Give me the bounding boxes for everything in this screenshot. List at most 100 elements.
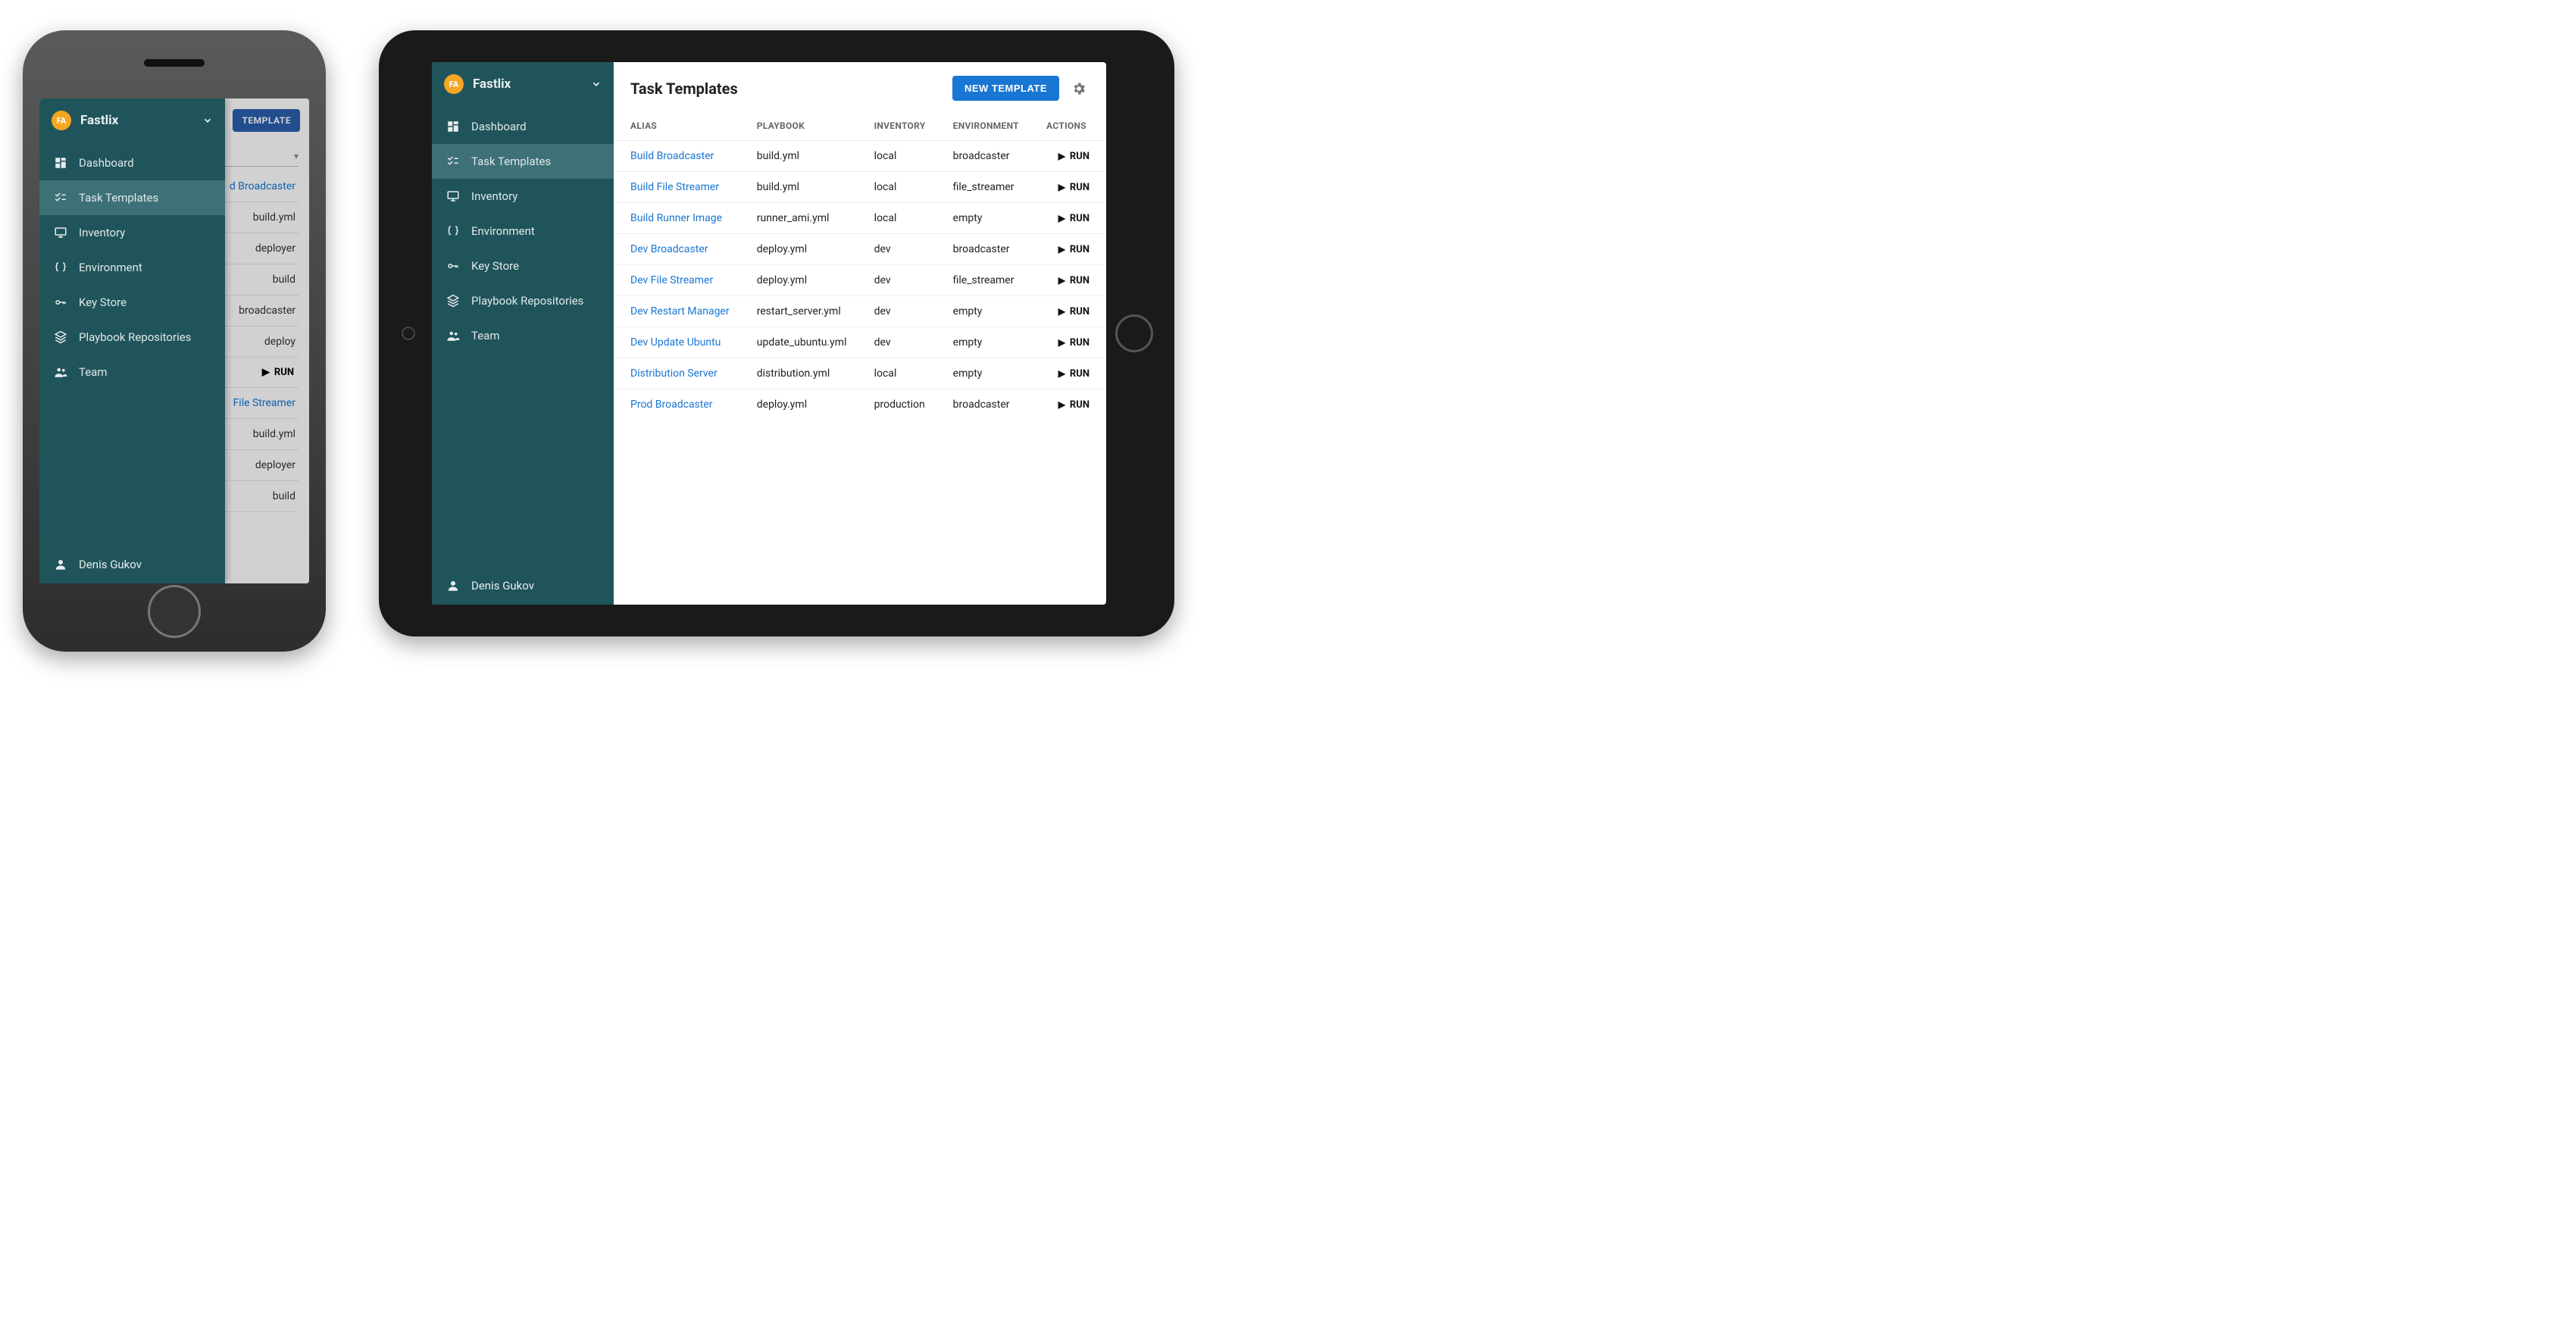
cell-playbook: deploy.yml xyxy=(740,265,858,296)
braces-icon xyxy=(53,261,68,274)
tablet-screen: FA Fastlix Dashboard Task Templates Invent… xyxy=(432,62,1106,605)
play-icon: ▶ xyxy=(1058,182,1065,192)
table-row: Prod Broadcasterdeploy.ymlproductionbroa… xyxy=(614,389,1106,421)
cell-environment: empty xyxy=(936,358,1030,389)
table-row: Build File Streamerbuild.ymllocalfile_st… xyxy=(614,172,1106,203)
sidebar-item-key-store[interactable]: Key Store xyxy=(39,285,225,320)
run-button[interactable]: ▶ RUN xyxy=(1058,182,1089,193)
monitor-icon xyxy=(53,226,68,239)
current-user-name: Denis Gukov xyxy=(471,579,534,593)
template-alias-link[interactable]: Build Runner Image xyxy=(630,212,722,224)
sidebar-item-label: Key Store xyxy=(79,296,127,309)
cell-inventory: dev xyxy=(858,265,936,296)
run-button[interactable]: ▶RUN xyxy=(1058,275,1089,286)
run-button[interactable]: ▶ RUN xyxy=(1058,399,1089,411)
cell-inventory: local xyxy=(858,358,936,389)
sidebar-item-inventory[interactable]: Inventory xyxy=(39,215,225,250)
brand-row[interactable]: FA Fastlix xyxy=(432,62,614,105)
user-icon xyxy=(445,579,461,593)
run-button[interactable]: ▶RUN xyxy=(1058,337,1089,349)
template-alias-link[interactable]: Dev File Streamer xyxy=(630,274,713,286)
brand-logo: FA xyxy=(444,74,464,94)
run-button[interactable]: ▶ RUN xyxy=(1058,368,1089,380)
cell-environment: file_streamer xyxy=(936,172,1030,203)
template-alias-link[interactable]: Dev Broadcaster xyxy=(630,243,708,255)
template-alias-link[interactable]: Dev Restart Manager xyxy=(630,305,730,317)
run-label: RUN xyxy=(1070,368,1089,380)
play-icon: ▶ xyxy=(1058,275,1065,286)
main-content: Task Templates NEW TEMPLATE ALIASPLAYBOO… xyxy=(614,62,1106,605)
cell-environment: file_streamer xyxy=(936,265,1030,296)
team-icon xyxy=(53,365,68,379)
current-user-name: Denis Gukov xyxy=(79,558,142,571)
tablet-device-frame: FA Fastlix Dashboard Task Templates Invent… xyxy=(379,30,1174,636)
sidebar-item-task-templates[interactable]: Task Templates xyxy=(432,144,614,179)
keys-icon xyxy=(53,296,68,309)
run-label: RUN xyxy=(1070,399,1089,411)
current-user-row[interactable]: Denis Gukov xyxy=(39,546,225,583)
user-icon xyxy=(53,558,68,571)
sidebar-item-label: Inventory xyxy=(79,226,125,239)
run-button[interactable]: ▶RUN xyxy=(1058,151,1089,162)
sidebar-item-environment[interactable]: Environment xyxy=(432,214,614,249)
gear-icon[interactable] xyxy=(1068,78,1089,99)
cell-inventory: local xyxy=(858,172,936,203)
sidebar-item-key-store[interactable]: Key Store xyxy=(432,249,614,283)
sidebar-item-dashboard[interactable]: Dashboard xyxy=(432,109,614,144)
cell-environment: broadcaster xyxy=(936,234,1030,265)
template-alias-link[interactable]: Dev Update Ubuntu xyxy=(630,336,721,349)
cell-environment: empty xyxy=(936,296,1030,327)
sidebar-item-label: Key Store xyxy=(471,259,519,273)
sidebar-item-label: Task Templates xyxy=(471,155,551,168)
sidebar-item-dashboard[interactable]: Dashboard xyxy=(39,145,225,180)
play-icon: ▶ xyxy=(1058,213,1065,224)
play-icon: ▶ xyxy=(1058,399,1065,410)
brand-logo: FA xyxy=(52,111,71,130)
cell-inventory: local xyxy=(858,203,936,234)
sidebar-item-inventory[interactable]: Inventory xyxy=(432,179,614,214)
topbar: Task Templates NEW TEMPLATE xyxy=(614,62,1106,111)
sidebar-item-team[interactable]: Team xyxy=(39,355,225,389)
run-button[interactable]: ▶RUN xyxy=(1058,213,1089,224)
table-row: Dev Broadcasterdeploy.ymldevbroadcaster▶… xyxy=(614,234,1106,265)
run-button[interactable]: ▶RUN xyxy=(1058,244,1089,255)
new-template-button[interactable]: NEW TEMPLATE xyxy=(952,76,1059,101)
template-alias-link[interactable]: Prod Broadcaster xyxy=(630,399,713,411)
chevron-down-icon[interactable] xyxy=(202,115,213,126)
team-icon xyxy=(445,329,461,342)
template-alias-link[interactable]: Build Broadcaster xyxy=(630,150,714,162)
dashboard-icon xyxy=(53,156,68,170)
chevron-down-icon[interactable] xyxy=(591,79,602,89)
brand-name: Fastlix xyxy=(80,113,193,128)
checklist-icon xyxy=(53,191,68,205)
page-title: Task Templates xyxy=(630,80,943,98)
cell-playbook: deploy.yml xyxy=(740,389,858,421)
phone-nav-drawer: FA Fastlix DashboardTask Templates Invent… xyxy=(39,99,225,583)
col-header-alias: ALIAS xyxy=(614,111,740,141)
tablet-sidebar: FA Fastlix Dashboard Task Templates Invent… xyxy=(432,62,614,605)
play-icon: ▶ xyxy=(1058,244,1065,255)
repo-icon xyxy=(445,294,461,308)
template-alias-link[interactable]: Build File Streamer xyxy=(630,181,719,193)
sidebar-item-playbook-repositories[interactable]: Playbook Repositories xyxy=(39,320,225,355)
cell-playbook: runner_ami.yml xyxy=(740,203,858,234)
table-row: Dev Restart Managerrestart_server.ymldev… xyxy=(614,296,1106,327)
run-label: RUN xyxy=(1070,182,1089,193)
play-icon: ▶ xyxy=(1058,337,1065,348)
cell-environment: broadcaster xyxy=(936,389,1030,421)
sidebar-item-task-templates[interactable]: Task Templates xyxy=(39,180,225,215)
col-header-actions: ACTIONS xyxy=(1030,111,1106,141)
sidebar-item-team[interactable]: Team xyxy=(432,318,614,353)
run-button[interactable]: ▶RUN xyxy=(1058,306,1089,317)
template-alias-link[interactable]: Distribution Server xyxy=(630,367,717,380)
dashboard-icon xyxy=(445,120,461,133)
sidebar-item-environment[interactable]: Environment xyxy=(39,250,225,285)
sidebar-item-playbook-repositories[interactable]: Playbook Repositories xyxy=(432,283,614,318)
play-icon: ▶ xyxy=(1058,151,1065,161)
play-icon: ▶ xyxy=(1058,368,1065,379)
brand-row[interactable]: FA Fastlix xyxy=(39,99,225,141)
cell-playbook: distribution.yml xyxy=(740,358,858,389)
table-row: Dev Update Ubuntuupdate_ubuntu.ymldevemp… xyxy=(614,327,1106,358)
checklist-icon xyxy=(445,155,461,168)
current-user-row[interactable]: Denis Gukov xyxy=(432,567,614,605)
